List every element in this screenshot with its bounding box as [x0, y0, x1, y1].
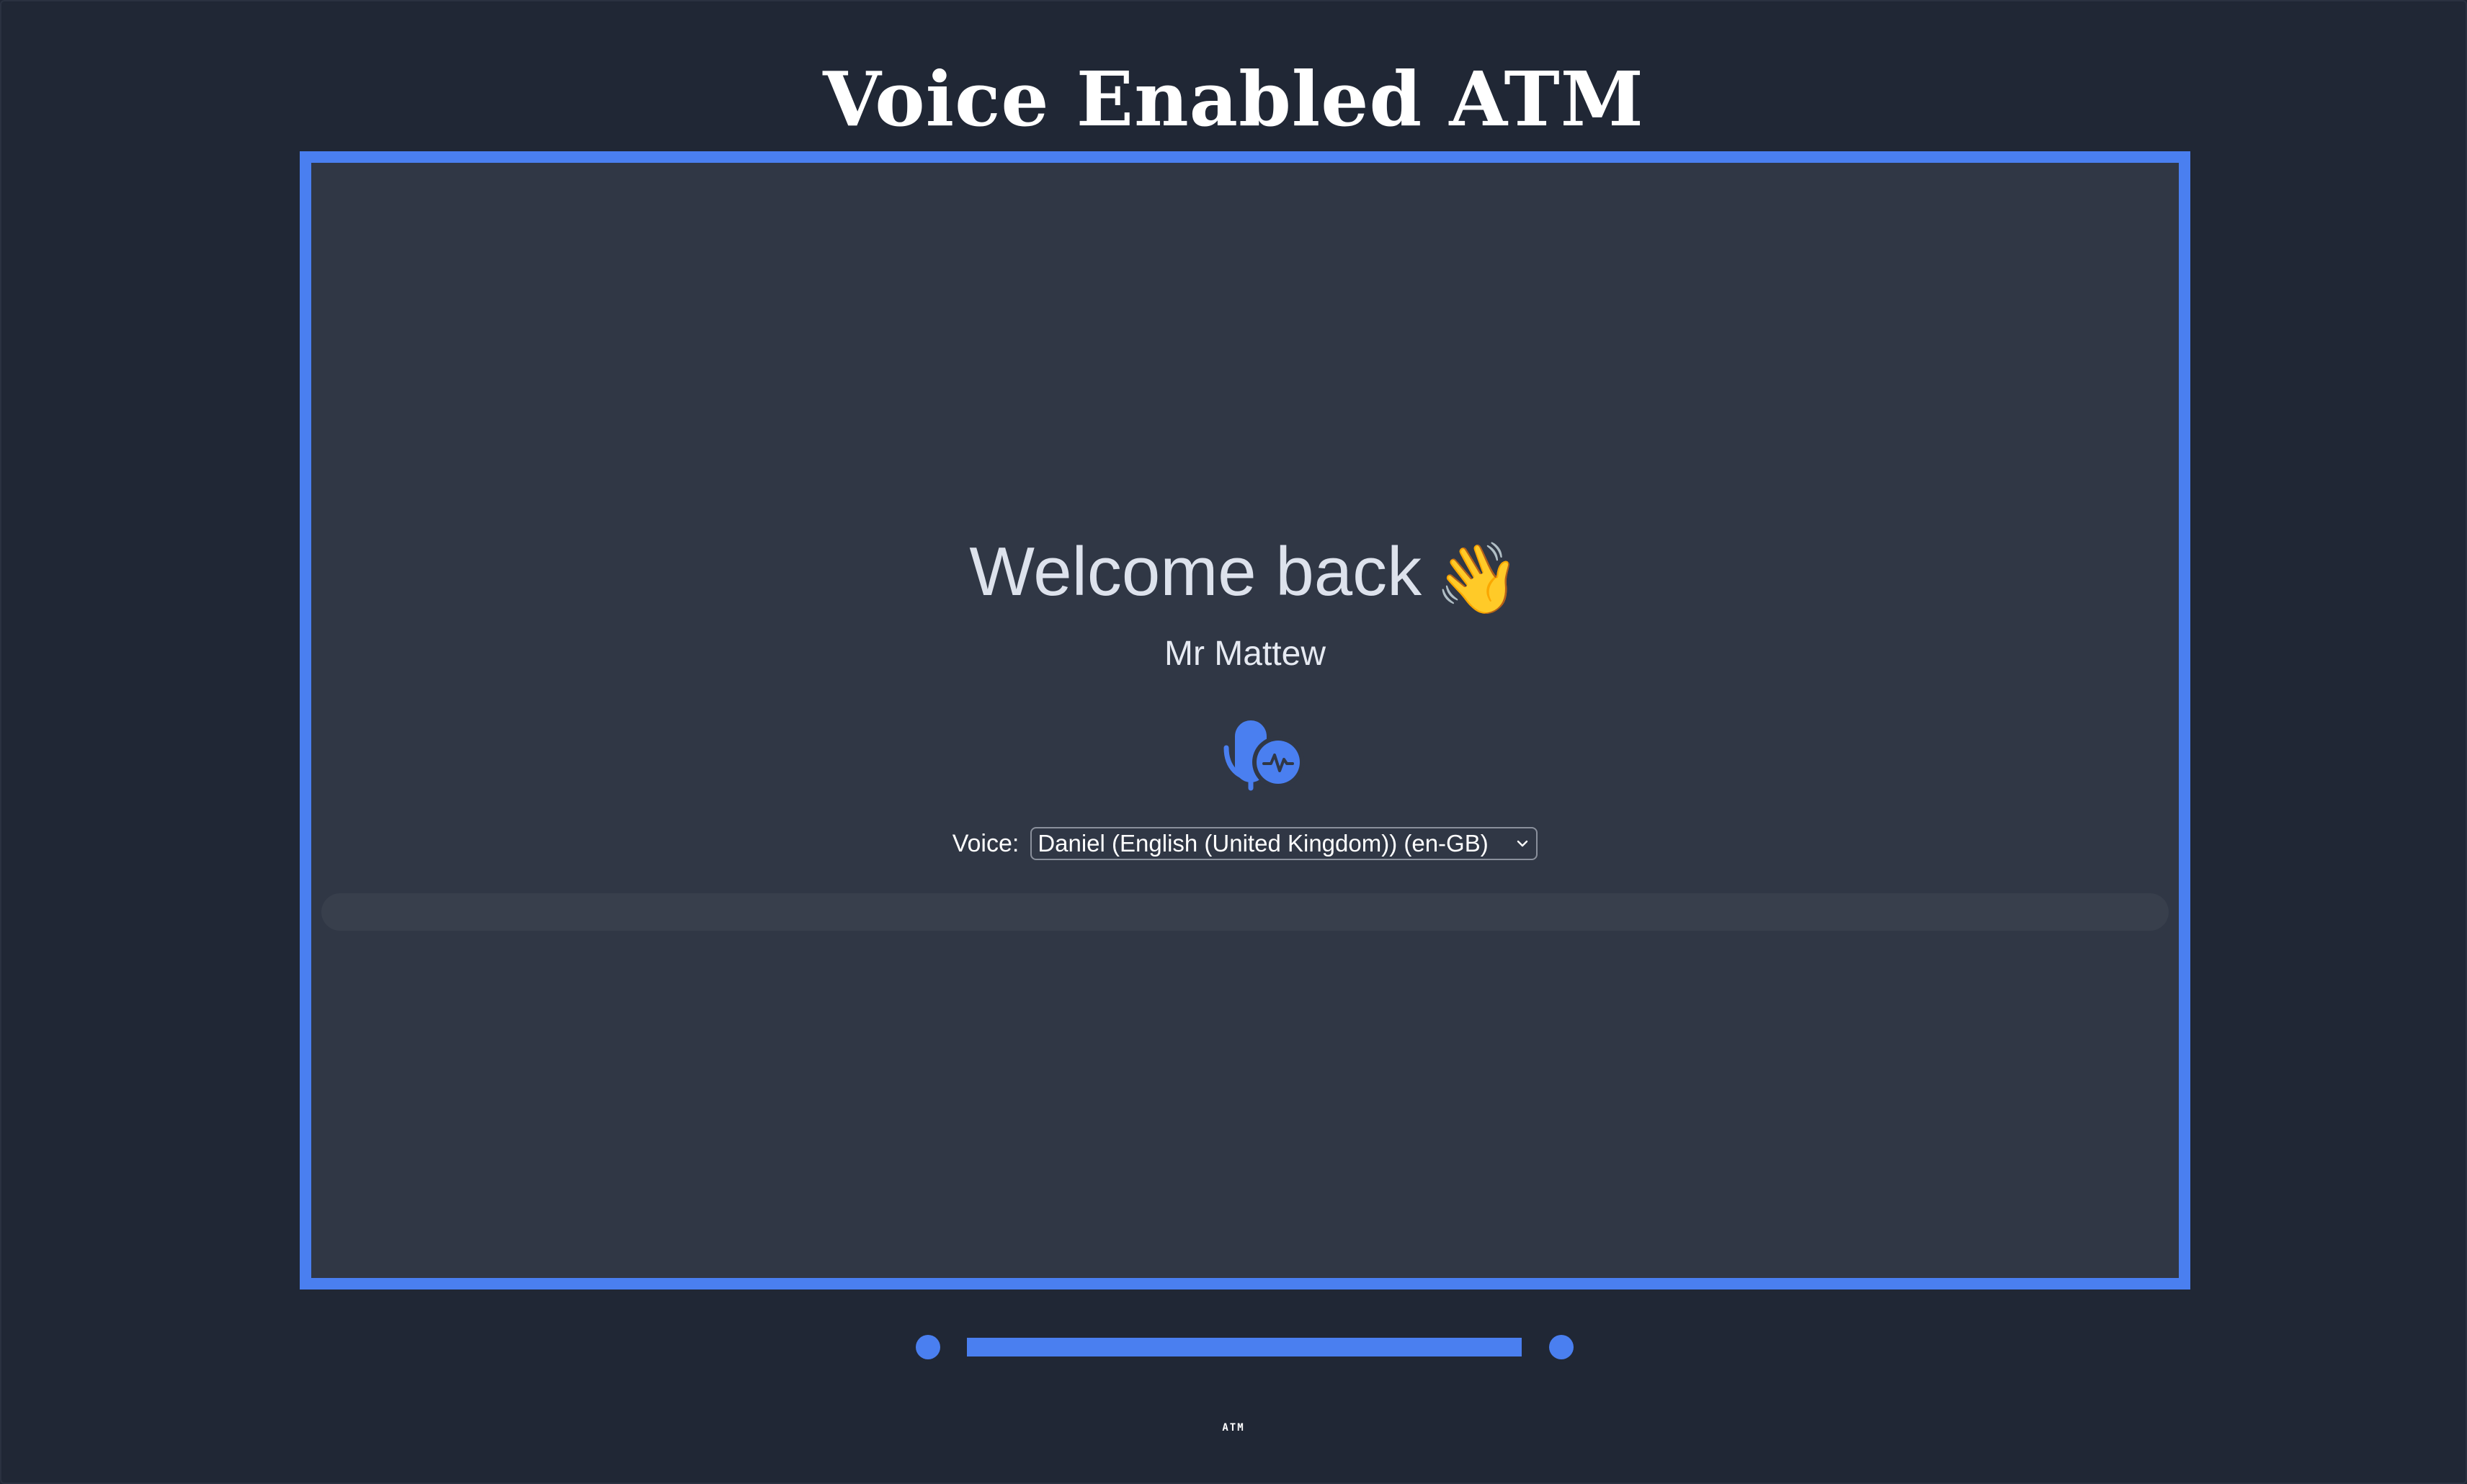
voice-select[interactable]: Daniel (English (United Kingdom)) (en-GB…	[1030, 827, 1538, 860]
voice-label: Voice:	[952, 829, 1020, 857]
transcript-bar	[321, 893, 2169, 931]
atm-screen: Welcome back 👋 Mr Mattew Voice: Daniel (En…	[300, 151, 2190, 1289]
welcome-heading: Welcome back 👋	[311, 529, 2179, 622]
chevron-down-icon	[1517, 840, 1528, 847]
left-indicator-dot	[916, 1335, 940, 1359]
voice-select-value: Daniel (English (United Kingdom)) (en-GB…	[1038, 830, 1489, 857]
card-slot-bar	[967, 1338, 1522, 1356]
waving-hand-icon: 👋	[1435, 540, 1521, 617]
atm-caption: ATM	[1222, 1422, 1245, 1434]
microphone-activity-icon[interactable]	[1219, 703, 1308, 792]
page-title: Voice Enabled ATM	[823, 55, 1644, 143]
right-indicator-dot	[1549, 1335, 1574, 1359]
voice-selector-row: Voice: Daniel (English (United Kingdom)) …	[311, 827, 2179, 860]
user-name: Mr Mattew	[1164, 635, 1326, 673]
welcome-text: Welcome back	[969, 533, 1422, 610]
